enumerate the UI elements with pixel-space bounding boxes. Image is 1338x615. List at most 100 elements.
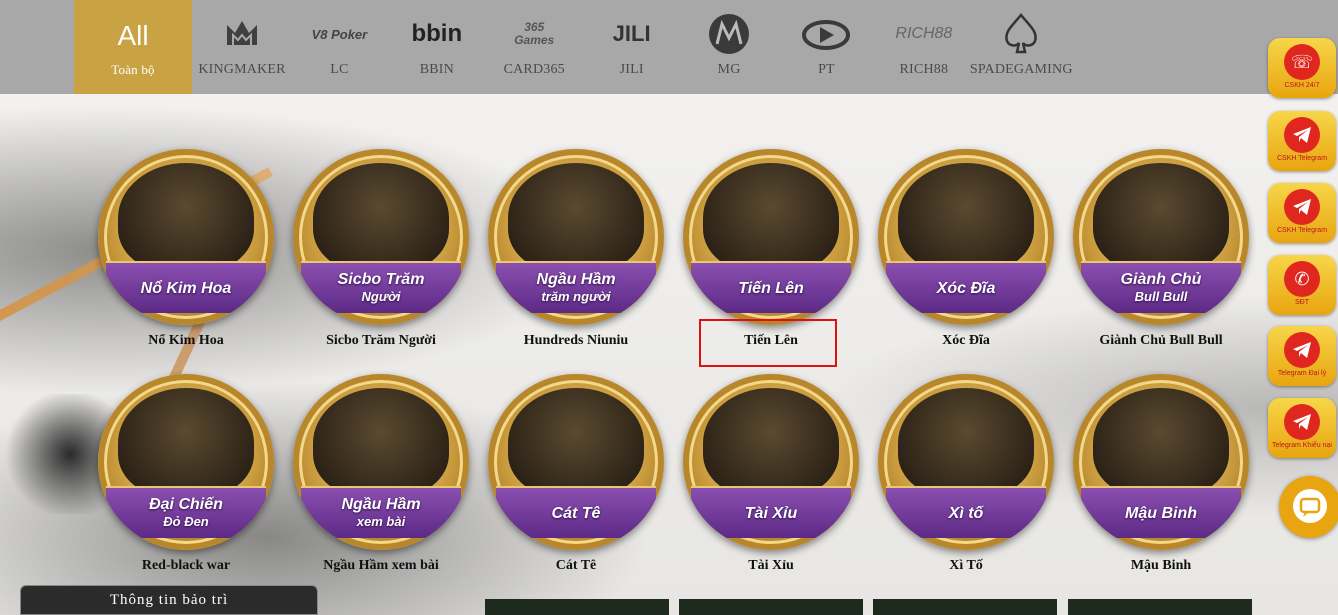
game-card-sicbo-tram-nguoi[interactable]: Sicbo Trăm Người Sicbo Trăm Người [291,149,471,361]
game-card-tai-xiu[interactable]: Tài Xỉu Tài Xỉu [681,374,861,586]
game-art [898,388,1034,498]
spade-icon [971,13,1071,54]
game-thumbnail-partial[interactable] [679,599,863,615]
chat-bubble-icon [1293,489,1327,523]
telegram-support-button[interactable]: CSKH Telegram [1268,111,1336,171]
game-banner: Xóc Đĩa [886,261,1046,313]
provider-tab-jili[interactable]: JILI JILI [582,0,682,94]
game-thumbnail: Tiến Lên [683,149,859,325]
game-banner: Giành Chủ Bull Bull [1081,261,1241,313]
game-card-mau-binh[interactable]: Mậu Binh Mậu Binh [1071,374,1251,586]
game-thumbnail: Mậu Binh [1073,374,1249,550]
game-thumbnail-partial[interactable] [485,599,669,615]
game-art [1093,163,1229,273]
side-button-label: CSKH 24/7 [1284,82,1320,89]
v8-poker-logo: V8 Poker [311,26,368,42]
game-title: Ngầu Hầm xem bài [323,558,439,573]
game-banner: Nổ Kim Hoa [106,261,266,313]
game-banner: Tài Xỉu [691,486,851,538]
provider-label: SPADEGAMING [969,62,1073,77]
game-thumbnail: Ngầu Hầm trăm người [488,149,664,325]
provider-tab-spadegaming[interactable]: SPADEGAMING [970,0,1072,94]
game-banner: Cát Tê [496,486,656,538]
side-button-label: Telegram Đại lý [1277,370,1327,377]
game-card-xoc-dia[interactable]: Xóc Đĩa Xóc Đĩa [876,149,1056,361]
game-thumbnail: Nổ Kim Hoa [98,149,274,325]
pt-logo [776,14,876,54]
telegram-support-button-2[interactable]: CSKH Telegram [1268,183,1336,243]
live-chat-button[interactable] [1279,476,1338,538]
game-card-no-kim-hoa[interactable]: Nổ Kim Hoa Nổ Kim Hoa [96,149,276,361]
game-thumbnail: Xì tố [878,374,1054,550]
jili-logo: JILI [612,21,651,46]
game-card-hundreds-niuniu[interactable]: Ngầu Hầm trăm người Hundreds Niuniu [486,149,666,361]
game-art [898,163,1034,273]
game-art [508,163,644,273]
provider-tab-pt[interactable]: PT [776,0,876,94]
support-247-button[interactable]: ☏ CSKH 24/7 [1268,38,1336,98]
game-card-ngau-ham-xem-bai[interactable]: Ngầu Hầm xem bài Ngầu Hầm xem bài [291,374,471,586]
phone-button[interactable]: ✆ SĐT [1268,255,1336,315]
provider-bar: All Toàn bộ KINGMAKER V8 Poker LC bbin B… [0,0,1338,94]
telegram-icon [1284,117,1320,153]
game-thumbnail: Giành Chủ Bull Bull [1073,149,1249,325]
game-title: Xì Tố [949,558,983,573]
provider-tab-card365[interactable]: 365 Games CARD365 [484,0,584,94]
selection-highlight [699,319,837,367]
provider-tab-rich88[interactable]: RICH88 RICH88 [874,0,974,94]
game-banner: Sicbo Trăm Người [301,261,461,313]
game-thumbnail: Cát Tê [488,374,664,550]
game-banner: Ngầu Hầm xem bài [301,486,461,538]
game-thumbnail: Tài Xỉu [683,374,859,550]
provider-list: All Toàn bộ KINGMAKER V8 Poker LC bbin B… [74,0,1072,94]
all-logo: All [117,20,149,51]
game-card-red-black-war[interactable]: Đại Chiến Đỏ Đen Red-black war [96,374,276,586]
provider-tab-mg[interactable]: MG [679,0,779,94]
side-button-label: CSKH Telegram [1276,155,1328,162]
game-art [508,388,644,498]
rich88-logo: RICH88 [895,25,953,42]
game-thumbnail: Xóc Đĩa [878,149,1054,325]
telegram-icon [1284,189,1320,225]
game-title: Tài Xỉu [748,558,794,573]
game-thumbnail: Ngầu Hầm xem bài [293,374,469,550]
game-art [1093,388,1229,498]
side-button-label: SĐT [1295,299,1309,306]
headset-icon: ☏ [1284,44,1320,80]
game-title: Red-black war [141,558,231,573]
game-art [118,388,254,498]
game-title: Sicbo Trăm Người [326,333,436,348]
game-title: Nổ Kim Hoa [148,333,224,348]
telegram-complaint-button[interactable]: Telegram Khiếu nại [1268,398,1336,458]
game-art [703,163,839,273]
game-banner: Tiến Lên [691,261,851,313]
game-banner: Mậu Binh [1081,486,1241,538]
game-art [703,388,839,498]
telegram-icon [1284,332,1320,368]
game-title: Hundreds Niuniu [523,333,629,348]
game-card-xi-to[interactable]: Xì tố Xì Tố [876,374,1056,586]
game-title: Mậu Binh [1130,558,1192,573]
telegram-agent-button[interactable]: Telegram Đại lý [1268,326,1336,386]
game-card-gianh-chu-bull-bull[interactable]: Giành Chủ Bull Bull Giành Chủ Bull Bull [1071,149,1251,361]
game-thumbnail-partial[interactable] [873,599,1057,615]
game-banner: Đại Chiến Đỏ Đen [106,486,266,538]
provider-tab-bbin[interactable]: bbin BBIN [387,0,487,94]
game-title: Cát Tê [555,558,597,573]
game-banner: Ngầu Hầm trăm người [496,261,656,313]
provider-tab-kingmaker[interactable]: KINGMAKER [192,0,292,94]
provider-tab-all[interactable]: All Toàn bộ [74,0,192,94]
provider-tab-lc[interactable]: V8 Poker LC [289,0,389,94]
game-thumbnail-partial[interactable] [1068,599,1252,615]
card365-logo: 365 Games [514,20,555,47]
phone-icon: ✆ [1284,261,1320,297]
game-card-cat-te[interactable]: Cát Tê Cát Tê [486,374,666,586]
mg-logo [679,14,779,54]
game-art [118,163,254,273]
game-thumbnail: Sicbo Trăm Người [293,149,469,325]
bbin-logo: bbin [411,20,463,47]
telegram-icon [1284,404,1320,440]
game-art [313,388,449,498]
maintenance-info-button[interactable]: Thông tin bảo trì [20,585,318,615]
game-art [313,163,449,273]
